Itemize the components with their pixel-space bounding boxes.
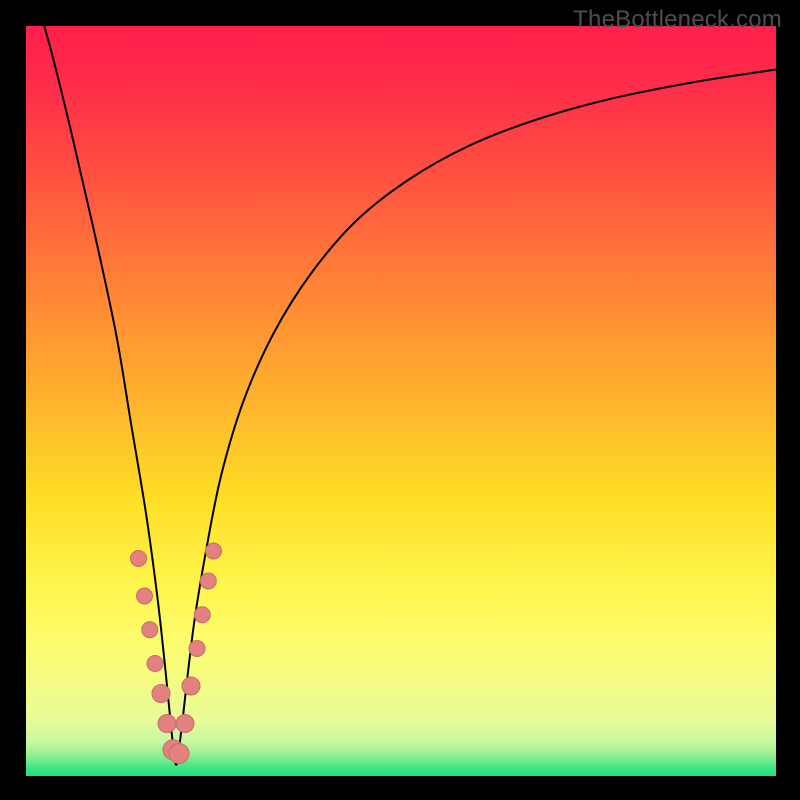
sample-point [206,543,222,559]
sample-point [182,677,200,695]
sample-point [147,656,163,672]
plot-area [26,26,776,776]
sample-point [137,588,153,604]
sample-point [169,744,189,764]
sample-point [189,641,205,657]
sample-point [152,685,170,703]
bottleneck-curve [26,26,776,765]
sample-point [131,551,147,567]
chart-svg [26,26,776,776]
sample-point [158,715,176,733]
sample-point [176,715,194,733]
sample-points-group [131,543,222,764]
attribution-text: TheBottleneck.com [573,6,782,34]
chart-outer-frame: TheBottleneck.com [0,0,800,800]
sample-point [142,622,158,638]
sample-point [194,607,210,623]
sample-point [200,573,216,589]
